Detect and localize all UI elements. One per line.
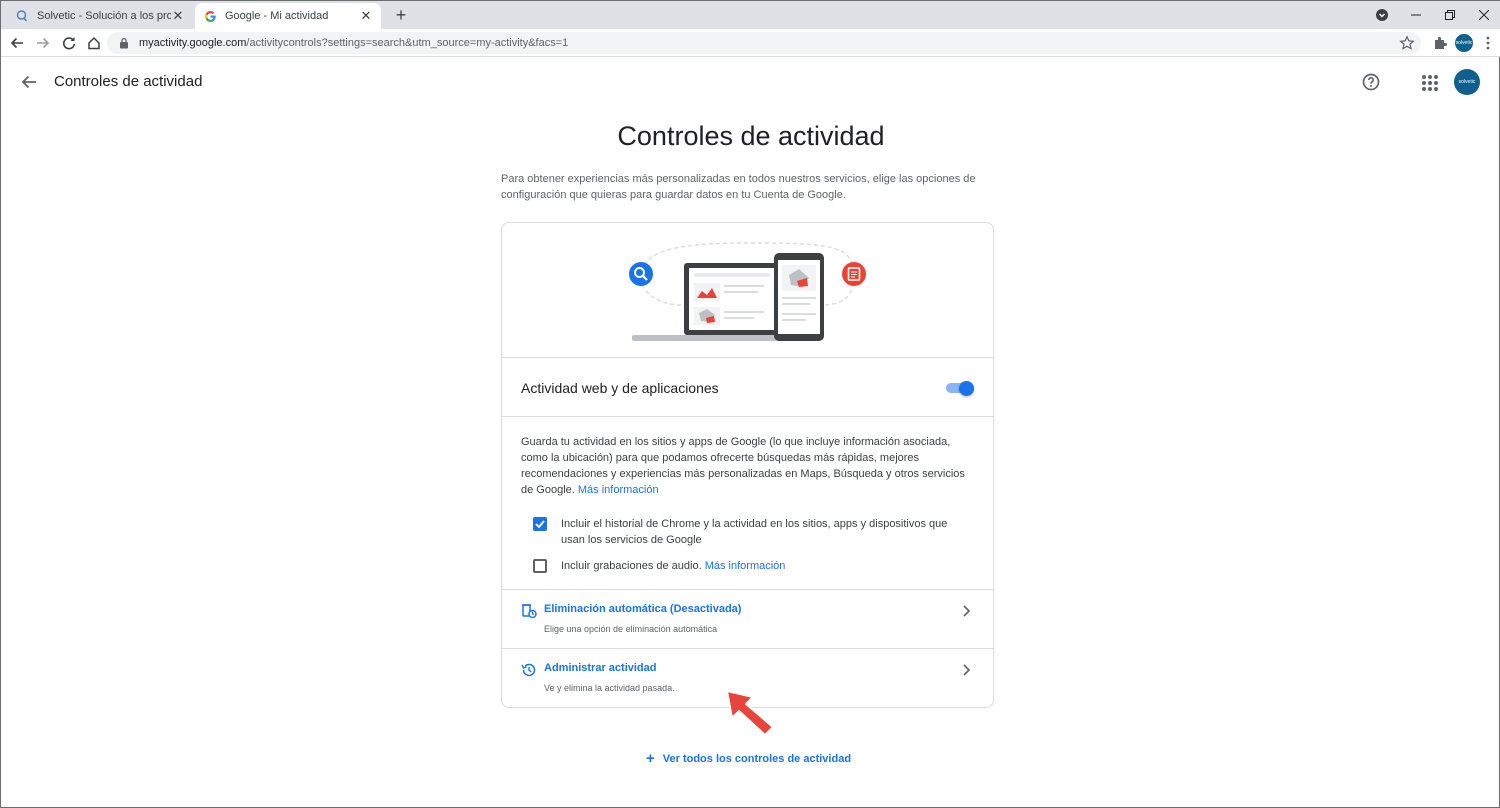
audio-recordings-label: Incluir grabaciones de audio. Más inform… xyxy=(561,558,971,574)
minimize-icon[interactable] xyxy=(1399,1,1433,29)
toggle-knob xyxy=(959,381,974,396)
tab-title: Google - Mi actividad xyxy=(225,10,329,22)
see-all-label: Ver todos los controles de actividad xyxy=(662,752,852,765)
manage-activity-subtitle: Ve y elimina la actividad pasada. xyxy=(544,683,675,693)
plus-icon: + xyxy=(646,750,655,767)
chrome-history-checkbox-row[interactable]: Incluir el historial de Chrome y la acti… xyxy=(533,516,973,548)
restore-icon[interactable] xyxy=(1433,1,1467,29)
profile-label: solvetic xyxy=(1455,34,1473,52)
solvetic-favicon xyxy=(15,9,29,23)
address-bar[interactable]: myactivity.google.com/activitycontrols?s… xyxy=(107,32,1421,54)
close-icon[interactable]: ✕ xyxy=(171,9,185,23)
close-icon[interactable]: ✕ xyxy=(359,9,373,23)
audio-more-info-link[interactable]: Más información xyxy=(705,560,786,572)
history-icon xyxy=(521,662,537,678)
forward-icon[interactable] xyxy=(33,33,53,53)
auto-delete-row[interactable]: Eliminación automática (Desactivada) Eli… xyxy=(502,589,993,648)
more-info-link[interactable]: Más información xyxy=(578,484,659,496)
devices-illustration xyxy=(629,242,866,341)
tab-mi-actividad[interactable]: Google - Mi actividad ✕ xyxy=(195,3,381,29)
audio-recordings-checkbox[interactable] xyxy=(533,559,547,573)
google-favicon xyxy=(203,9,217,23)
chrome-history-label: Incluir el historial de Chrome y la acti… xyxy=(561,518,948,546)
section-title: Actividad web y de aplicaciones xyxy=(521,380,719,396)
back-icon[interactable] xyxy=(7,33,27,53)
hero-illustration xyxy=(502,223,993,358)
back-arrow-icon[interactable] xyxy=(19,72,39,92)
intro-text: Para obtener experiencias más personaliz… xyxy=(501,173,976,201)
reload-icon[interactable] xyxy=(59,33,79,53)
lock-icon[interactable] xyxy=(119,37,131,49)
manage-activity-title: Administrar actividad xyxy=(544,662,657,674)
chevron-right-icon xyxy=(960,604,972,618)
activity-description: Guarda tu actividad en los sitios y apps… xyxy=(521,434,976,498)
section-header: Actividad web y de aplicaciones xyxy=(502,359,993,417)
tab-title: Solvetic - Solución a los problem xyxy=(37,10,171,22)
window-close-icon[interactable] xyxy=(1467,1,1500,29)
app-bar-title: Controles de actividad xyxy=(54,73,203,90)
help-icon[interactable] xyxy=(1361,72,1381,92)
google-apps-icon[interactable] xyxy=(1420,73,1438,91)
browser-toolbar: myactivity.google.com/activitycontrols?s… xyxy=(1,29,1500,57)
page-title: Controles de actividad xyxy=(617,121,885,151)
see-all-controls-link[interactable]: + Ver todos los controles de actividad xyxy=(646,750,851,767)
tab-solvetic[interactable]: Solvetic - Solución a los problem ✕ xyxy=(7,3,198,29)
auto-delete-subtitle: Elige una opción de eliminación automáti… xyxy=(544,624,718,634)
bookmark-star-icon[interactable] xyxy=(1399,35,1415,51)
auto-delete-icon xyxy=(521,603,537,619)
chevron-right-icon xyxy=(960,663,972,677)
url-path: /activitycontrols?settings=search&utm_so… xyxy=(246,37,569,49)
tab-strip: Solvetic - Solución a los problem ✕ Goog… xyxy=(1,1,1500,29)
annotation-arrow-icon xyxy=(723,687,779,737)
tab-search-icon[interactable] xyxy=(1365,1,1399,29)
url-host: myactivity.google.com xyxy=(139,37,247,49)
audio-recordings-checkbox-row[interactable]: Incluir grabaciones de audio. Más inform… xyxy=(533,558,973,574)
profile-icon[interactable]: solvetic xyxy=(1454,33,1474,53)
chrome-history-checkbox[interactable] xyxy=(533,517,547,531)
audio-label-text: Incluir grabaciones de audio. xyxy=(561,560,702,572)
app-bar: Controles de actividad solvetic xyxy=(1,58,1500,106)
auto-delete-title: Eliminación automática (Desactivada) xyxy=(544,603,742,615)
extensions-puzzle-icon[interactable] xyxy=(1430,33,1450,53)
activity-toggle[interactable] xyxy=(946,381,974,396)
home-icon[interactable] xyxy=(84,33,104,53)
browser-window: Solvetic - Solución a los problem ✕ Goog… xyxy=(0,0,1500,808)
new-tab-button[interactable]: + xyxy=(391,5,411,25)
web-app-activity-card: Actividad web y de aplicaciones Guarda t… xyxy=(501,222,994,708)
more-menu-icon[interactable] xyxy=(1478,33,1498,53)
account-avatar[interactable]: solvetic xyxy=(1454,69,1480,95)
